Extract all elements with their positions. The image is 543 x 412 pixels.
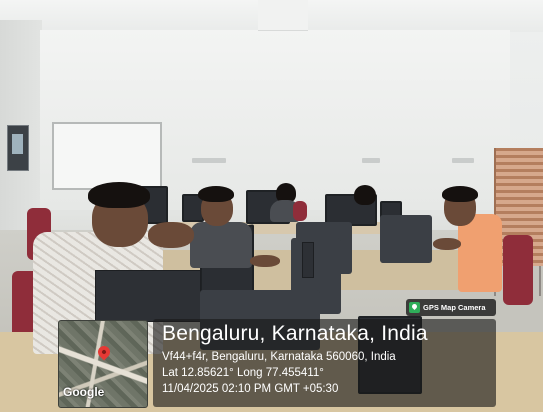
chair [293, 201, 307, 221]
student-hair [88, 182, 150, 208]
wall-socket [362, 158, 380, 163]
student-hair [198, 186, 234, 202]
student-hair [442, 186, 478, 202]
ceiling-beam [258, 0, 308, 31]
notice-board [7, 125, 29, 171]
location-coordinates: Lat 12.85621° Long 77.455411° [162, 367, 324, 379]
chair [503, 235, 533, 305]
map-logo: Google [63, 385, 105, 399]
gps-map-camera-icon [409, 302, 420, 313]
location-city: Bengaluru, Karnataka, India [162, 322, 428, 345]
lab-photo: GPS Map Camera Google Bengaluru, Karnata… [0, 0, 543, 412]
pc-tower [95, 270, 201, 322]
wall-socket [192, 158, 226, 163]
location-datetime: 11/04/2025 02:10 PM GMT +05:30 [162, 383, 339, 395]
student-hand [433, 238, 461, 250]
student-arm [148, 222, 194, 248]
pc-tower [302, 242, 314, 278]
whiteboard [52, 122, 162, 190]
student-hand [250, 255, 280, 267]
wall-socket [452, 158, 474, 163]
monitor-back [380, 215, 432, 263]
student-head [354, 185, 376, 205]
gps-badge: GPS Map Camera [406, 299, 496, 316]
gps-badge-label: GPS Map Camera [423, 303, 486, 312]
location-address: Vf44+f4r, Bengaluru, Karnataka 560060, I… [162, 351, 396, 363]
student-body [190, 222, 252, 268]
student-body [458, 214, 502, 292]
